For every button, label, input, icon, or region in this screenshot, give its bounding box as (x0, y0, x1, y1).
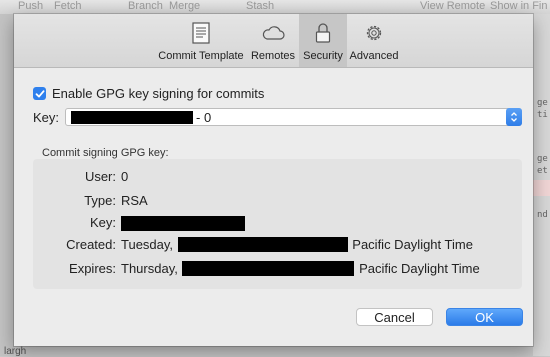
lock-icon (315, 21, 331, 45)
key-select-label: Key: (33, 110, 60, 125)
bg-fragment: ge (537, 98, 548, 108)
signing-key-info-box: User: 0 Type: RSA Key: Created: Tuesday,… (33, 159, 522, 289)
bg-fragment: ti (537, 110, 548, 120)
toolbar-stash: Stash (246, 0, 275, 12)
preferences-tabbar: Commit Template Remotes Security Advance… (14, 14, 533, 68)
enable-gpg-signing-option[interactable]: Enable GPG key signing for commits (33, 86, 264, 101)
enable-gpg-label: Enable GPG key signing for commits (52, 86, 265, 101)
checkmark-icon (35, 89, 44, 97)
toolbar-push: Push (18, 0, 44, 12)
bg-fragment: et (537, 166, 548, 176)
toolbar-branch: Branch (128, 0, 163, 12)
info-value: Thursday, Pacific Daylight Time (121, 261, 480, 276)
background-toolbar: Push Fetch Branch Merge Stash View Remot… (0, 0, 550, 14)
created-timezone: Pacific Daylight Time (352, 237, 473, 252)
info-label: Created: (66, 237, 116, 252)
tab-commit-template[interactable]: Commit Template (157, 14, 245, 67)
ok-button[interactable]: OK (446, 308, 523, 326)
tab-label: Commit Template (158, 50, 244, 62)
tab-label: Advanced (349, 50, 399, 62)
document-icon (192, 21, 210, 45)
toolbar-view-remote: View Remote (420, 0, 486, 12)
chevron-up-down-icon (511, 112, 517, 122)
tab-remotes[interactable]: Remotes (248, 14, 298, 67)
cancel-button[interactable]: Cancel (356, 308, 433, 326)
gpg-key-select[interactable]: - 0 (65, 108, 522, 126)
signing-key-section-title: Commit signing GPG key: (42, 147, 169, 159)
bg-diff-highlight (533, 180, 550, 196)
bg-fragment: nd (537, 210, 548, 220)
key-select-suffix: - 0 (196, 110, 212, 125)
tab-advanced[interactable]: Advanced (348, 14, 400, 67)
background-fragment: largh (4, 346, 27, 357)
expires-timezone: Pacific Daylight Time (359, 261, 480, 276)
background-sidebar (0, 14, 14, 356)
gear-icon (364, 21, 384, 45)
redacted-key-fingerprint (121, 216, 245, 234)
info-value: 0 (121, 169, 129, 184)
toolbar-merge: Merge (169, 0, 201, 12)
created-day: Tuesday, (121, 237, 174, 252)
info-value: Tuesday, Pacific Daylight Time (121, 237, 473, 252)
redacted-expires-date (182, 261, 355, 276)
info-label: Key: (89, 215, 116, 230)
redacted-created-date (177, 237, 348, 252)
tab-security[interactable]: Security (299, 14, 347, 67)
background-diff-panel: ge ti ge et nd (533, 14, 550, 356)
redacted-key-id (71, 111, 193, 124)
enable-gpg-checkbox[interactable] (33, 87, 46, 100)
expires-day: Thursday, (121, 261, 178, 276)
info-label: User: (84, 169, 116, 184)
toolbar-show-in-finder: Show in Fin (490, 0, 548, 12)
info-label: Expires: (69, 261, 116, 276)
select-stepper[interactable] (506, 108, 522, 126)
tab-label: Security (303, 50, 343, 62)
cloud-icon (261, 21, 285, 45)
info-label: Type: (84, 193, 116, 208)
info-value: RSA (121, 193, 148, 208)
tab-label: Remotes (250, 50, 296, 62)
preferences-dialog: Commit Template Remotes Security Advance… (14, 14, 533, 346)
toolbar-fetch: Fetch (54, 0, 82, 12)
bg-fragment: ge (537, 154, 548, 164)
